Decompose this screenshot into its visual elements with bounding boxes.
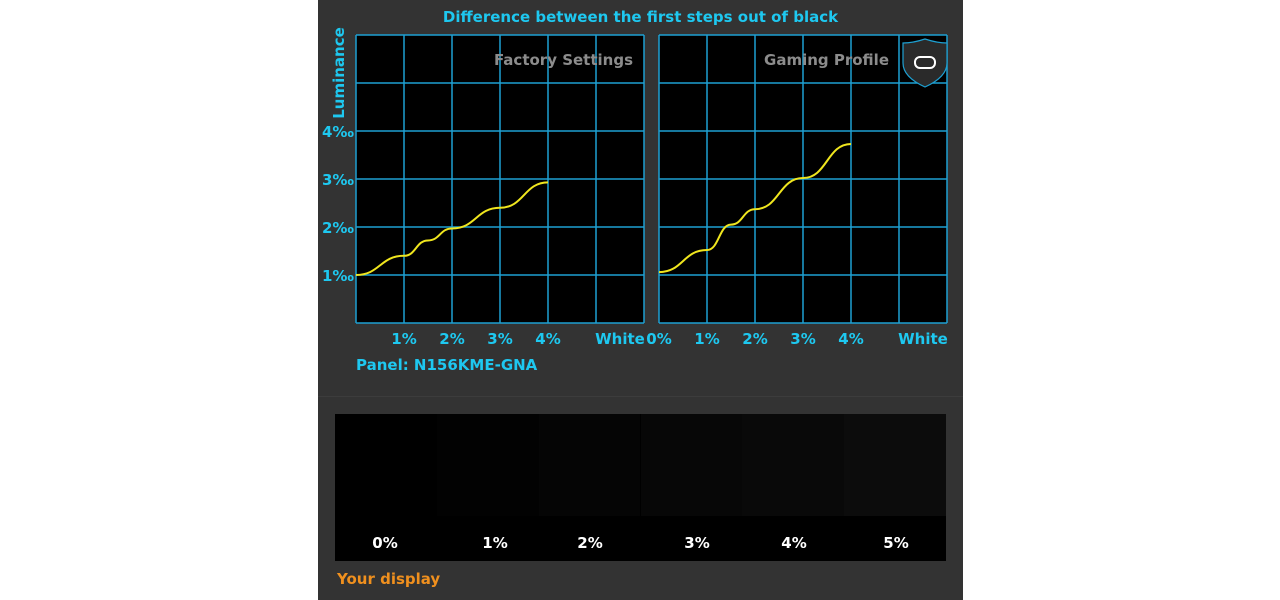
patch-label: 1% (482, 534, 508, 552)
patch-0 (335, 414, 437, 516)
x-tick-label: 0% (646, 330, 671, 348)
patch-label: 0% (372, 534, 398, 552)
inset-title: Gaming Profile (764, 51, 889, 69)
patch-label: 3% (684, 534, 710, 552)
patch-label: 5% (883, 534, 909, 552)
x-tick-label: 4% (535, 330, 560, 348)
inset-title: Factory Settings (494, 51, 633, 69)
black-level-patches: 0% 1% 2% 3% 4% 5% (335, 414, 946, 561)
x-tick-label: 2% (439, 330, 464, 348)
patch-4 (742, 414, 845, 516)
panel-label: Panel: N156KME-GNA (356, 356, 538, 374)
x-tick-label: 3% (487, 330, 512, 348)
x-tick-label: White (898, 330, 948, 348)
patch-label: 4% (781, 534, 807, 552)
plot-2: Gaming Profile 0% 1% 2% 3% 4% White (646, 34, 948, 348)
x-tick-label: 1% (391, 330, 416, 348)
patch-1 (436, 414, 539, 516)
patch-3 (640, 414, 743, 516)
x-tick-label: 2% (742, 330, 767, 348)
y-tick-label: 4‰ (322, 123, 354, 141)
patch-2 (538, 414, 641, 516)
y-axis-label: Luminance (330, 27, 348, 119)
x-tick-label: White (595, 330, 645, 348)
y-tick-label: 1‰ (322, 267, 354, 285)
patch-label: 2% (577, 534, 603, 552)
your-display-label: Your display (337, 570, 441, 588)
x-tick-label: 3% (790, 330, 815, 348)
x-tick-label: 4% (838, 330, 863, 348)
y-tick-label: 2‰ (322, 219, 354, 237)
plot-1: Factory Settings 1% 2% 3% 4% White 1‰ 2‰ 3‰ 4‰ Lum… (322, 27, 645, 348)
x-tick-label: 1% (694, 330, 719, 348)
patch-5 (844, 414, 946, 516)
y-tick-label: 3‰ (322, 171, 354, 189)
